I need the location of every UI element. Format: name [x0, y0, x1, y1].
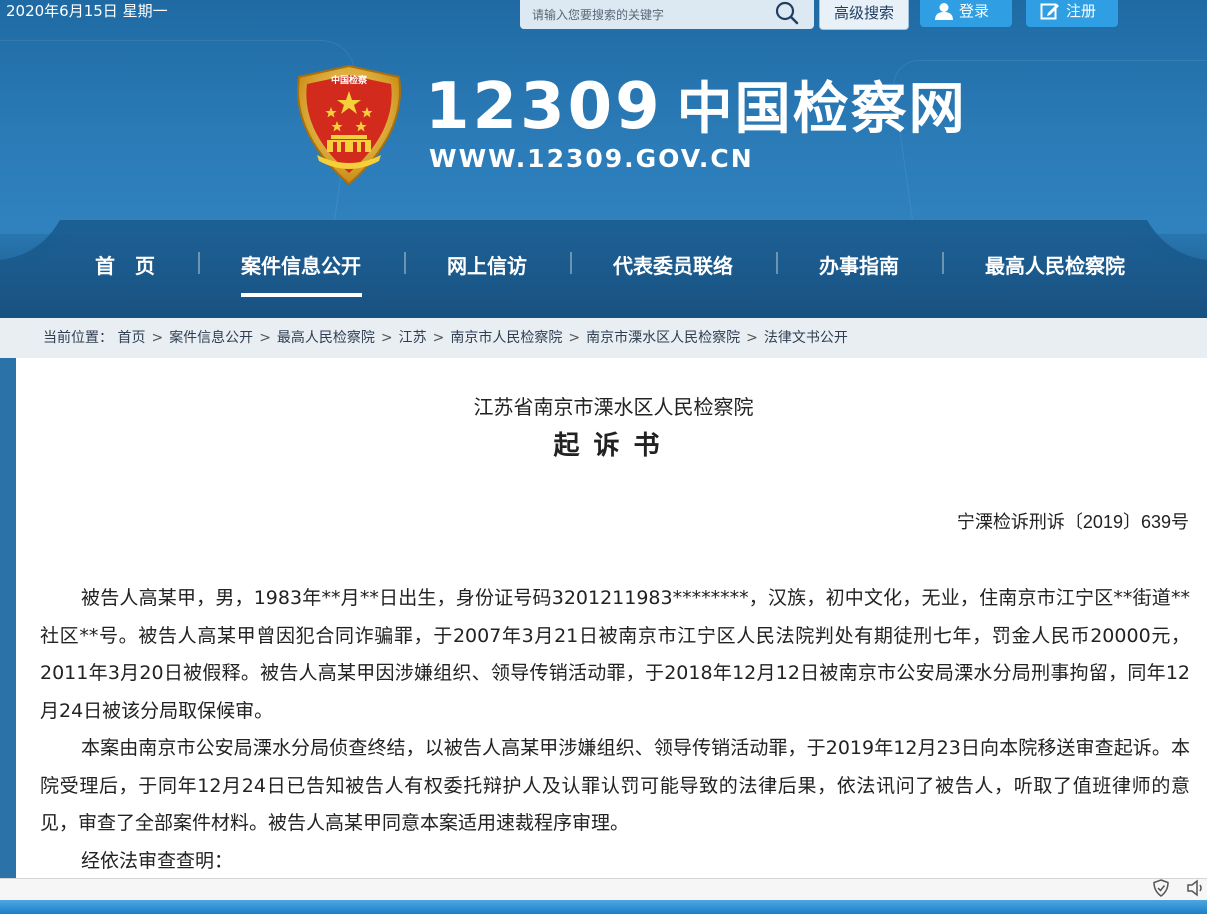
search-box — [520, 0, 814, 29]
breadcrumb-prefix: 当前位置： — [43, 330, 113, 346]
breadcrumb-separator: > — [151, 330, 164, 346]
breadcrumb-item-case-info[interactable]: 案件信息公开 — [169, 330, 253, 346]
edit-icon — [1040, 3, 1059, 20]
breadcrumb-item-supreme[interactable]: 最高人民检察院 — [277, 330, 375, 346]
emblem-text: 中国检察 — [331, 74, 368, 86]
document-paragraph: 经依法审查查明： — [81, 849, 234, 872]
search-icon[interactable] — [772, 0, 802, 26]
nav-item-representative-liaison[interactable]: 代表委员联络 — [613, 252, 733, 280]
login-button[interactable]: 登录 — [920, 0, 1012, 27]
user-icon — [935, 3, 953, 20]
nav-item-guide[interactable]: 办事指南 — [819, 252, 899, 280]
browser-status-bar — [0, 878, 1207, 901]
document-organization: 江苏省南京市溧水区人民检察院 — [473, 395, 754, 419]
breadcrumb-separator: > — [432, 330, 445, 346]
site-title-number: 12309 — [425, 70, 663, 144]
breadcrumb-item-jiangsu[interactable]: 江苏 — [399, 330, 427, 346]
breadcrumb-item-nanjing[interactable]: 南京市人民检察院 — [450, 330, 562, 346]
document-paragraph: 本案由南京市公安局溧水分局侦查终结，以被告人高某甲涉嫌组织、领导传销活动罪，于2… — [40, 737, 1190, 834]
nav-divider — [942, 252, 944, 274]
document-body: 被告人高某甲，男，1983年**月**日出生，身份证号码3201211983**… — [40, 580, 1190, 880]
nav-item-supreme-procuratorate[interactable]: 最高人民检察院 — [985, 252, 1125, 280]
nav-divider — [570, 252, 572, 274]
site-title-chinese: 中国检察网 — [676, 77, 967, 142]
breadcrumb-item-lishui[interactable]: 南京市溧水区人民检察院 — [586, 330, 740, 346]
search-input[interactable] — [520, 0, 770, 29]
document-number: 宁溧检诉刑诉〔2019〕639号 — [956, 512, 1189, 532]
procuratorate-emblem-logo[interactable]: 中国检察 — [287, 63, 411, 187]
nav-item-home[interactable]: 首 页 — [95, 252, 155, 280]
breadcrumb-separator: > — [380, 330, 393, 346]
nav-divider — [404, 252, 406, 274]
nav-item-online-petition[interactable]: 网上信访 — [447, 252, 527, 280]
speaker-icon[interactable] — [1186, 879, 1206, 897]
breadcrumb-separator: > — [259, 330, 271, 346]
site-url: WWW.12309.GOV.CN — [429, 144, 754, 173]
nav-active-indicator — [241, 293, 362, 297]
taskbar-strip — [0, 900, 1207, 914]
advanced-search-button[interactable]: 高级搜索 — [819, 0, 909, 30]
breadcrumb-separator: > — [568, 330, 581, 346]
site-title: 12309 中国检察网 — [425, 70, 967, 144]
register-button[interactable]: 注册 — [1026, 0, 1118, 27]
document-type: 起诉书 — [553, 431, 674, 461]
nav-divider — [776, 252, 778, 274]
nav-divider — [198, 252, 200, 274]
login-label: 登录 — [959, 2, 990, 20]
breadcrumb: 当前位置： 首页 > 案件信息公开 > 最高人民检察院 > 江苏 > 南京市人民检察院 > 南京市溧… — [0, 318, 1207, 358]
breadcrumb-item-legal-docs[interactable]: 法律文书公开 — [764, 330, 848, 346]
document-paragraph: 被告人高某甲，男，1983年**月**日出生，身份证号码3201211983**… — [40, 587, 1190, 722]
register-label: 注册 — [1066, 2, 1097, 20]
nav-item-case-info[interactable]: 案件信息公开 — [241, 252, 361, 280]
breadcrumb-item-home[interactable]: 首页 — [117, 330, 145, 346]
current-date: 2020年6月15日 星期一 — [6, 2, 168, 20]
shield-icon[interactable] — [1152, 879, 1170, 897]
breadcrumb-separator: > — [746, 330, 758, 346]
